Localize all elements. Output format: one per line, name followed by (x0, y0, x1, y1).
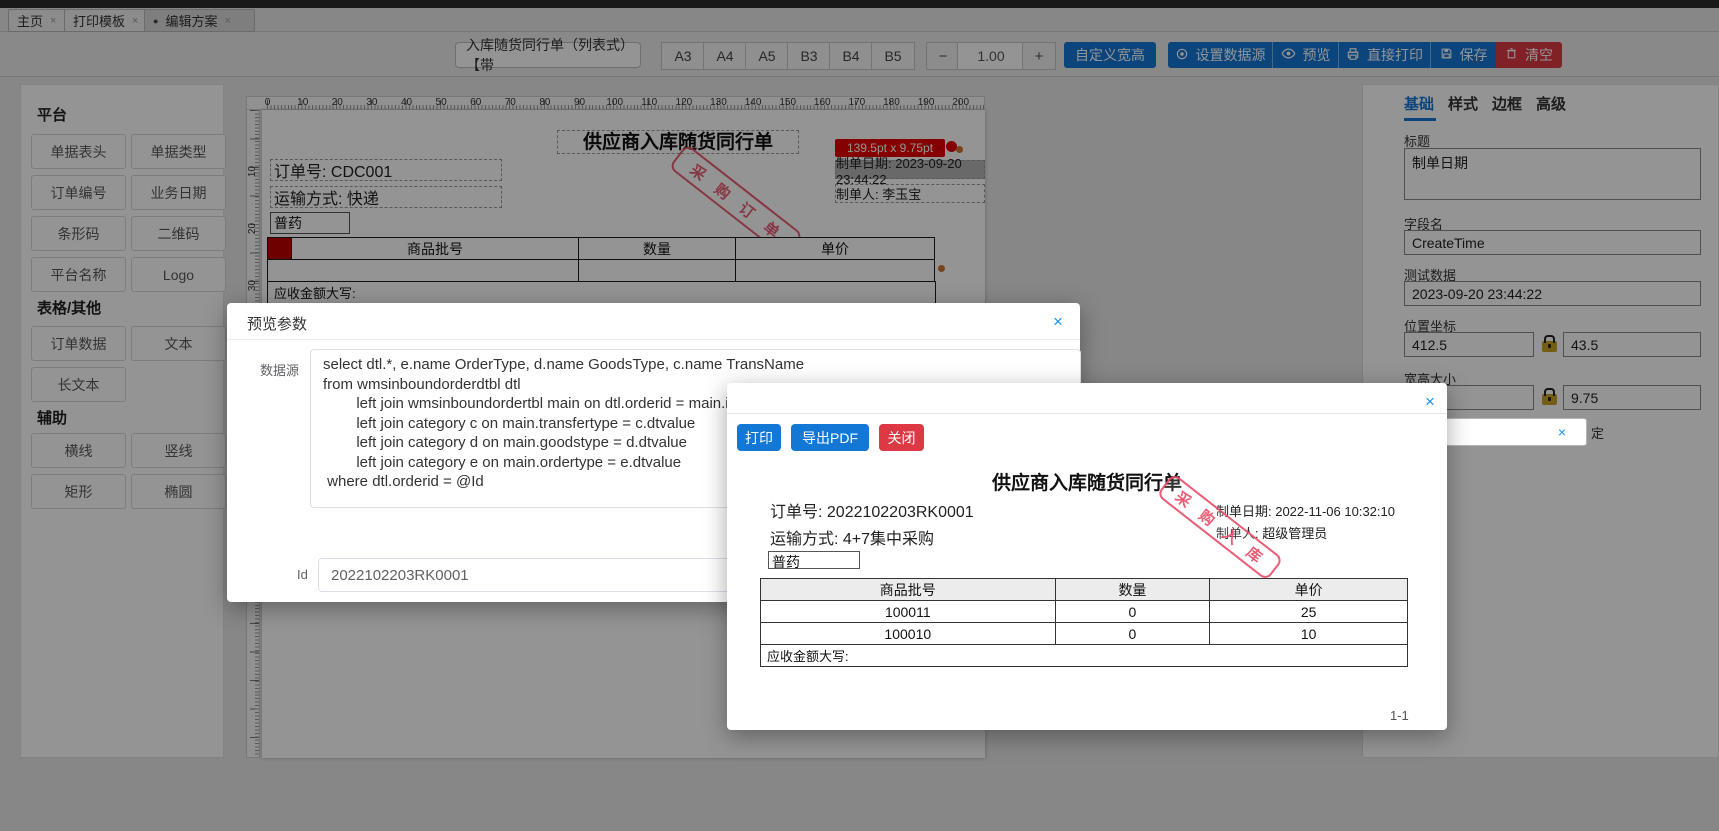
print-button[interactable]: 打印 (737, 424, 781, 451)
preview-amount-caps: 应收金额大写: (760, 644, 1408, 667)
datasource-label: 数据源 (260, 363, 300, 378)
preview-table-header-row: 商品批号 数量 单价 (760, 578, 1408, 601)
preview-drug-type: 普药 (768, 551, 860, 570)
print-preview-modal: × 打印 导出PDF 关闭 供应商入库随货同行单 订单号: 2022102203… (727, 383, 1447, 730)
preview-table-row: 100011 0 25 (760, 600, 1408, 623)
preview-table-body: 100011 0 25 100010 0 10 (760, 600, 1408, 645)
preview-doc-title: 供应商入库随货同行单 (991, 473, 1182, 494)
preview-td: 25 (1209, 600, 1408, 623)
preview-td: 10 (1209, 622, 1408, 645)
preview-transport: 运输方式: 4+7集中采购 (770, 531, 935, 548)
preview-td: 100011 (760, 600, 1056, 623)
preview-td: 100010 (760, 622, 1056, 645)
page-indicator: 1-1 (1390, 708, 1409, 723)
preview-th: 数量 (1054, 578, 1211, 601)
preview-table: 商品批号 数量 单价 100011 0 25 100010 0 10 应收金额大写: (760, 578, 1408, 667)
close-icon[interactable]: × (1053, 313, 1063, 330)
preview-th: 单价 (1209, 578, 1408, 601)
export-pdf-button[interactable]: 导出PDF (791, 424, 869, 451)
preview-table-row: 100010 0 10 (760, 622, 1408, 645)
preview-th: 商品批号 (760, 578, 1056, 601)
preview-make-date: 制单日期: 2022-11-06 10:32:10 (1216, 504, 1395, 519)
close-icon[interactable]: × (1425, 393, 1435, 410)
modal-header: 预览参数 × (227, 303, 1080, 340)
id-label: Id (297, 567, 308, 582)
preview-td: 0 (1054, 622, 1211, 645)
divider (727, 413, 1447, 414)
app-root: 主页 × 打印模板 × ● 编辑方案 × 入库随货同行单（列表式）【带 A3 A… (0, 0, 1719, 831)
close-button[interactable]: 关闭 (879, 424, 924, 451)
preview-td: 0 (1054, 600, 1211, 623)
preview-table-footer-row: 应收金额大写: (760, 644, 1408, 667)
select-clear-icon[interactable]: × (1558, 424, 1566, 440)
preview-order-no: 订单号: 2022102203RK0001 (770, 504, 974, 521)
modal-title: 预览参数 (247, 316, 308, 333)
